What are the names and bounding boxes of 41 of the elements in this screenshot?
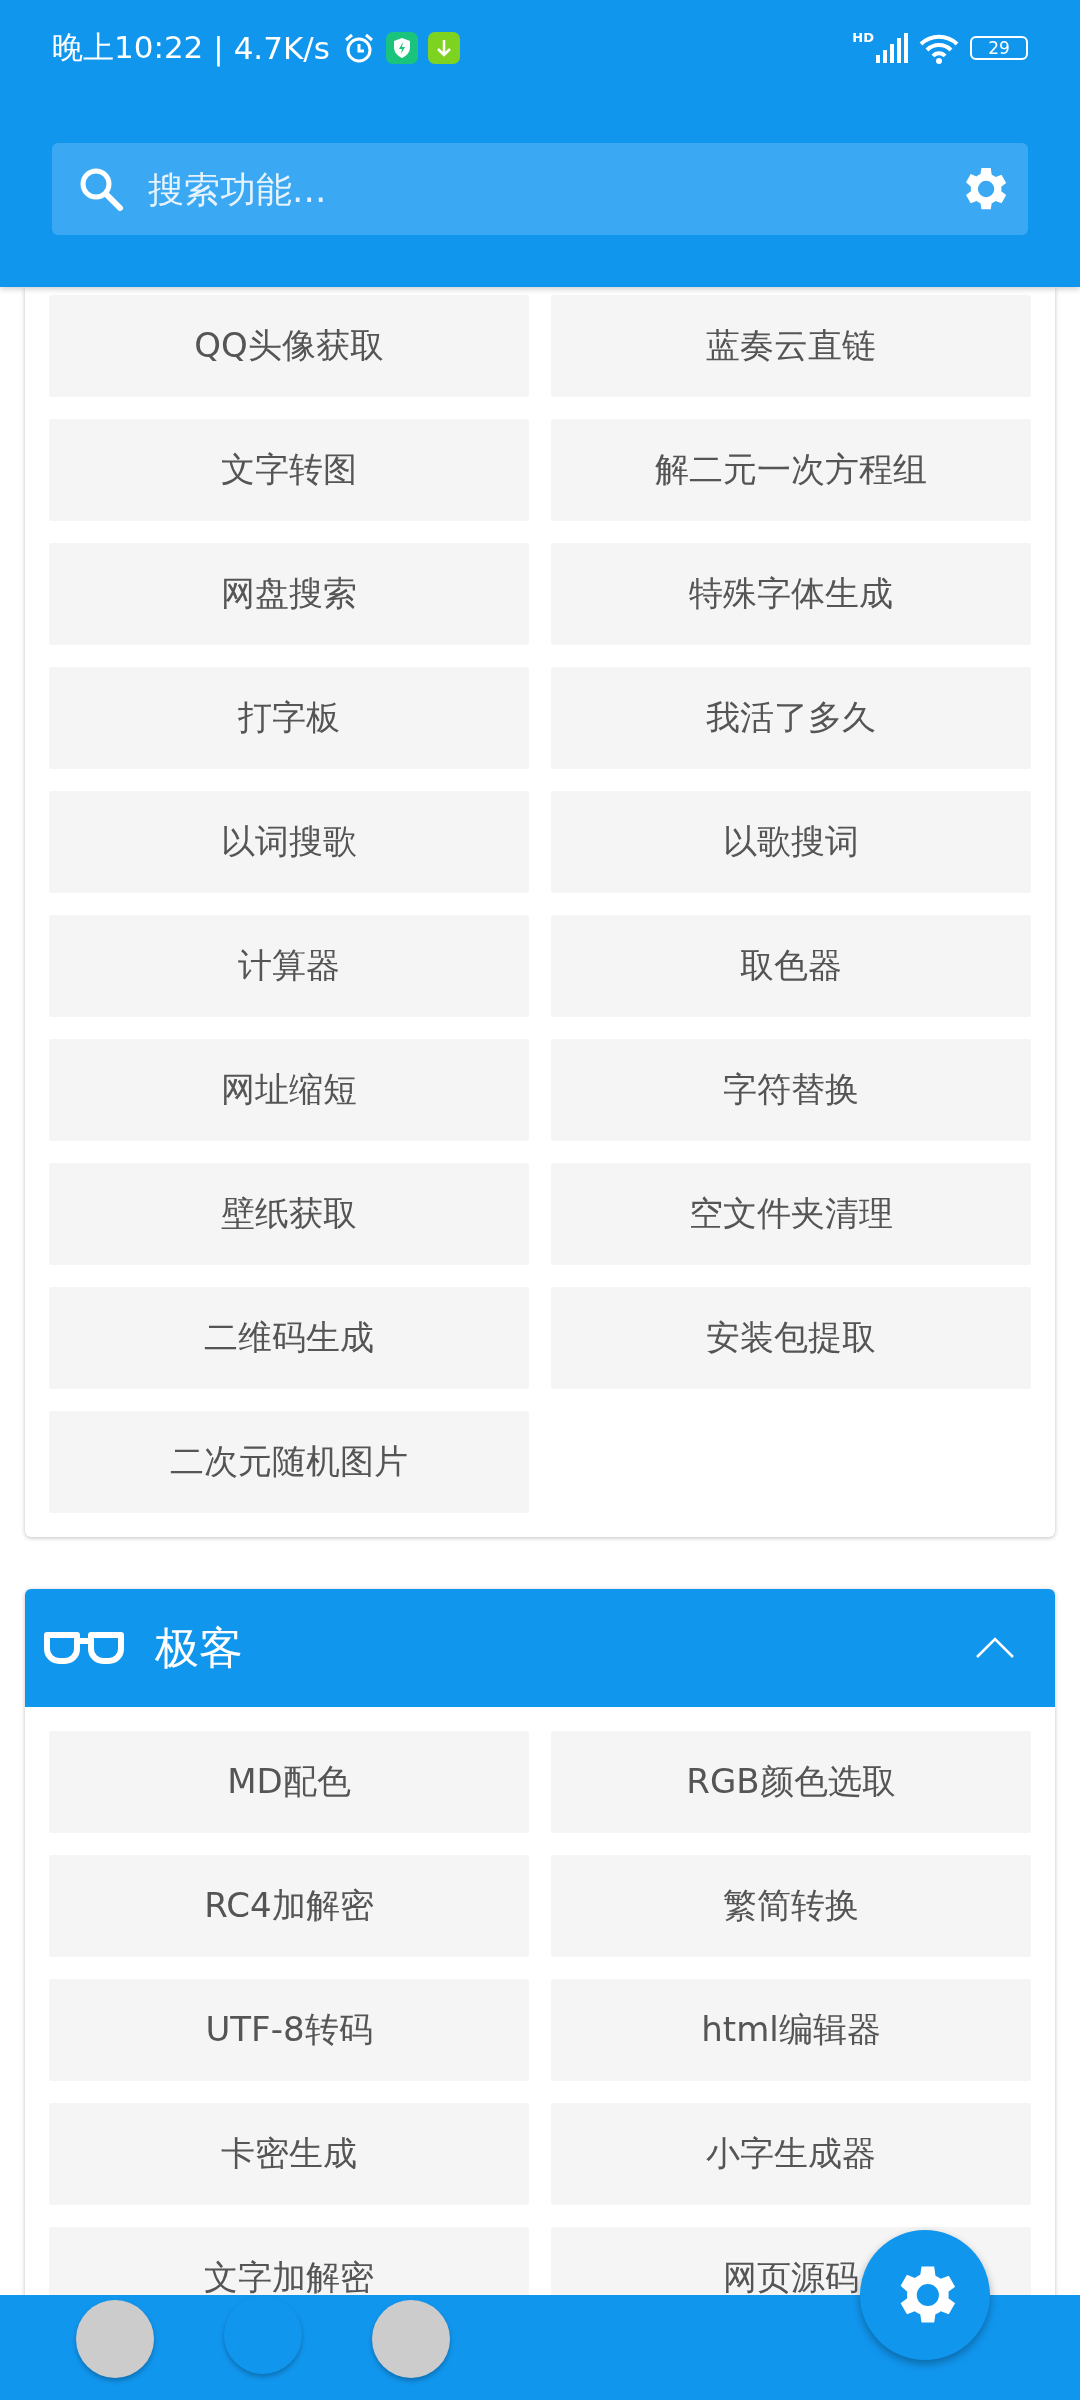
battery-icon: 29 — [970, 36, 1028, 60]
tool-button[interactable]: 小字生成器 — [551, 2103, 1031, 2205]
search-field[interactable]: 搜索功能... — [146, 167, 936, 211]
tool-button[interactable]: 以词搜歌 — [49, 791, 529, 893]
tool-button[interactable]: 取色器 — [551, 915, 1031, 1017]
tool-button[interactable]: QQ头像获取 — [49, 295, 529, 397]
tool-button[interactable]: 字符替换 — [551, 1039, 1031, 1141]
tool-button[interactable]: 繁简转换 — [551, 1855, 1031, 1957]
tool-button[interactable]: 文字加解密 — [49, 2227, 529, 2295]
tool-button[interactable]: 计算器 — [49, 915, 529, 1017]
tool-button[interactable]: RC4加解密 — [49, 1855, 529, 1957]
signal-icon — [876, 33, 908, 63]
tool-button[interactable]: 壁纸获取 — [49, 1163, 529, 1265]
glasses-icon — [43, 1631, 125, 1665]
tool-button[interactable]: RGB颜色选取 — [551, 1731, 1031, 1833]
tool-button[interactable]: 我活了多久 — [551, 667, 1031, 769]
shield-icon — [385, 32, 418, 64]
network-type: HD — [852, 30, 874, 45]
tool-button[interactable]: 网盘搜索 — [49, 543, 529, 645]
tool-button[interactable]: 解二元一次方程组 — [551, 419, 1031, 521]
wifi-icon — [918, 32, 960, 64]
tool-button[interactable]: 空文件夹清理 — [551, 1163, 1031, 1265]
tool-button[interactable]: 二维码生成 — [49, 1287, 529, 1389]
tool-button[interactable]: 安装包提取 — [551, 1287, 1031, 1389]
tool-button[interactable]: 网址缩短 — [49, 1039, 529, 1141]
tool-button[interactable]: 卡密生成 — [49, 2103, 529, 2205]
tool-button[interactable]: 蓝奏云直链 — [551, 295, 1031, 397]
chevron-up-icon — [975, 1637, 1015, 1659]
tool-button[interactable]: 打字板 — [49, 667, 529, 769]
tool-button[interactable]: 二次元随机图片 — [49, 1411, 529, 1513]
tool-button[interactable]: UTF-8转码 — [49, 1979, 529, 2081]
download-icon — [427, 32, 460, 64]
tool-button[interactable]: 以歌搜词 — [551, 791, 1031, 893]
search-bar[interactable]: 搜索功能... — [52, 143, 1028, 235]
tool-button[interactable]: html编辑器 — [551, 1979, 1031, 2081]
section-title: 极客 — [155, 1620, 243, 1675]
tool-button[interactable]: MD配色 — [49, 1731, 529, 1833]
network-speed: | 4.7K/s — [213, 30, 330, 66]
tool-button[interactable]: 文字转图 — [49, 419, 529, 521]
status-time: 晚上10:22 — [52, 28, 204, 67]
tool-button[interactable]: 特殊字体生成 — [551, 543, 1031, 645]
